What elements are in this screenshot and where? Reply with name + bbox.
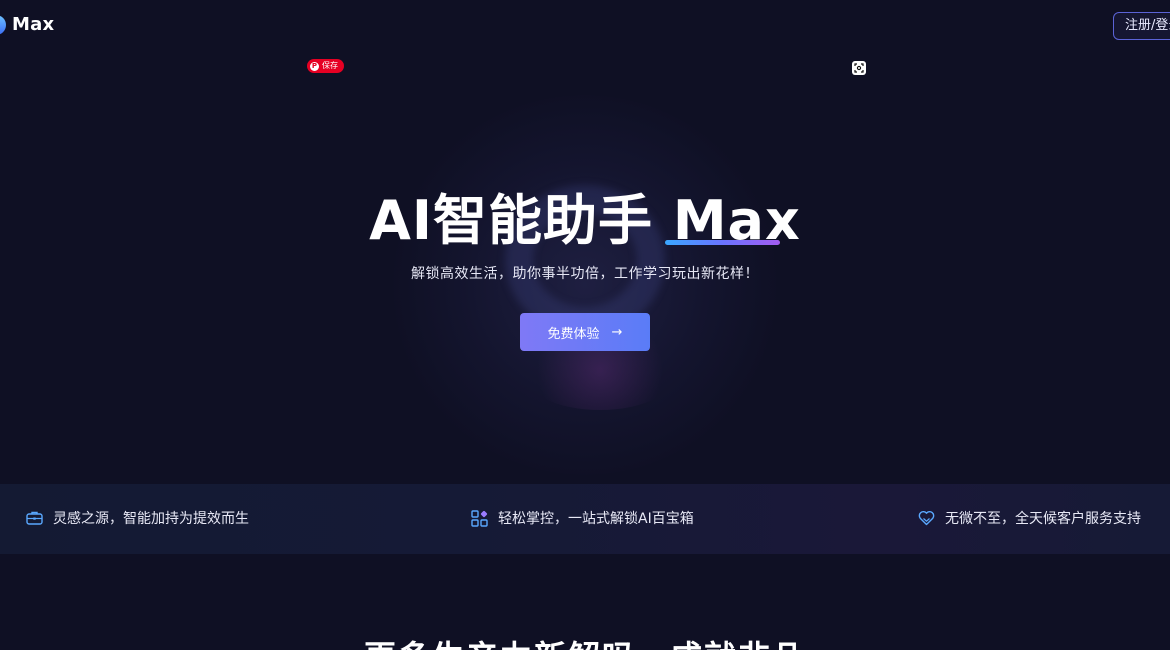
- pinterest-icon: P: [310, 61, 319, 71]
- pinterest-save-label: 保存: [322, 61, 338, 70]
- logo-mark-icon: [0, 14, 6, 35]
- hero-subtitle: 解锁高效生活，助你事半功倍，工作学习玩出新花样！: [411, 266, 759, 282]
- visual-search-button[interactable]: [852, 61, 866, 75]
- pinterest-save-button[interactable]: P 保存: [307, 59, 344, 73]
- features-band: 灵感之源，智能加持为提效而生 轻松掌控，一站式解锁AI百宝箱 无微不至，全天候客…: [0, 484, 1170, 554]
- section-heading: 更多生产力新解吗，成就非凡: [0, 632, 1170, 650]
- feature-label: 灵感之源，智能加持为提效而生: [53, 511, 249, 527]
- feature-label: 无微不至，全天候客户服务支持: [945, 511, 1141, 527]
- logo[interactable]: Max: [0, 14, 54, 35]
- briefcase-icon: [26, 511, 43, 525]
- feature-label: 轻松掌控，一站式解锁AI百宝箱: [498, 511, 694, 527]
- free-trial-button[interactable]: 免费体验 →: [520, 313, 650, 351]
- logo-text: Max: [12, 14, 55, 35]
- hero-title: AI智能助手 Max: [369, 189, 801, 252]
- feature-item-support: 无微不至，全天候客户服务支持: [918, 508, 1141, 528]
- heart-support-icon: [918, 511, 935, 526]
- feature-item-toolbox: 轻松掌控，一站式解锁AI百宝箱: [471, 508, 694, 528]
- visual-search-icon: [854, 63, 864, 73]
- title-underline: [665, 240, 780, 245]
- apps-grid-icon: [471, 509, 488, 527]
- arrow-right-icon: →: [611, 324, 623, 340]
- register-login-button[interactable]: 注册/登录: [1113, 12, 1170, 40]
- feature-item-inspiration: 灵感之源，智能加持为提效而生: [26, 508, 249, 528]
- page: Max 注册/登录 P 保存 AI智能助手 Max 解锁高效生活，助你事半功倍，…: [0, 0, 1170, 650]
- free-trial-label: 免费体验: [547, 326, 600, 342]
